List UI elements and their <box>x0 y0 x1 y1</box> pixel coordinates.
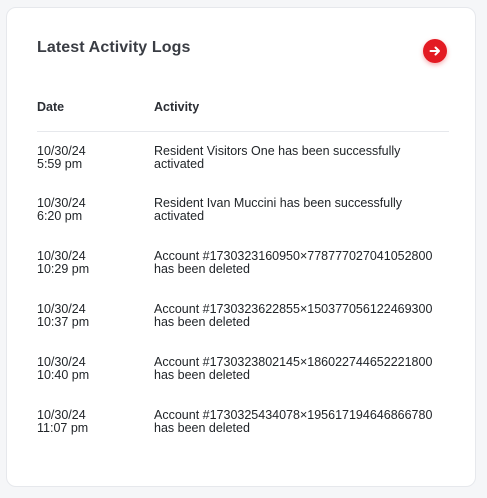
row-date: 10/30/24 11:07 pm <box>37 408 89 435</box>
row-activity: Resident Visitors One has been successfu… <box>154 144 401 171</box>
row-date: 10/30/24 5:59 pm <box>37 144 86 171</box>
activity-column-header: Activity <box>154 100 200 114</box>
arrow-right-circle-icon <box>428 44 442 58</box>
row-date: 10/30/24 10:37 pm <box>37 302 90 329</box>
row-date: 10/30/24 10:29 pm <box>37 249 90 276</box>
activity-logs-card: Latest Activity Logs Date Activity 10/30… <box>6 7 476 487</box>
row-activity: Account #1730323622855×15037705612246930… <box>154 302 433 329</box>
date-column-header: Date <box>37 100 65 114</box>
card-title: Latest Activity Logs <box>37 39 191 56</box>
view-all-logs-button[interactable] <box>423 39 447 63</box>
row-activity: Account #1730323802145×18602274465222180… <box>154 355 433 382</box>
row-activity: Account #1730325434078×19561719464686678… <box>154 408 433 435</box>
row-activity: Resident Ivan Muccini has been successfu… <box>154 196 403 223</box>
header-divider <box>37 131 449 132</box>
row-date: 10/30/24 6:20 pm <box>37 196 86 223</box>
row-activity: Account #1730323160950×77877702704105280… <box>154 249 433 276</box>
row-date: 10/30/24 10:40 pm <box>37 355 90 382</box>
